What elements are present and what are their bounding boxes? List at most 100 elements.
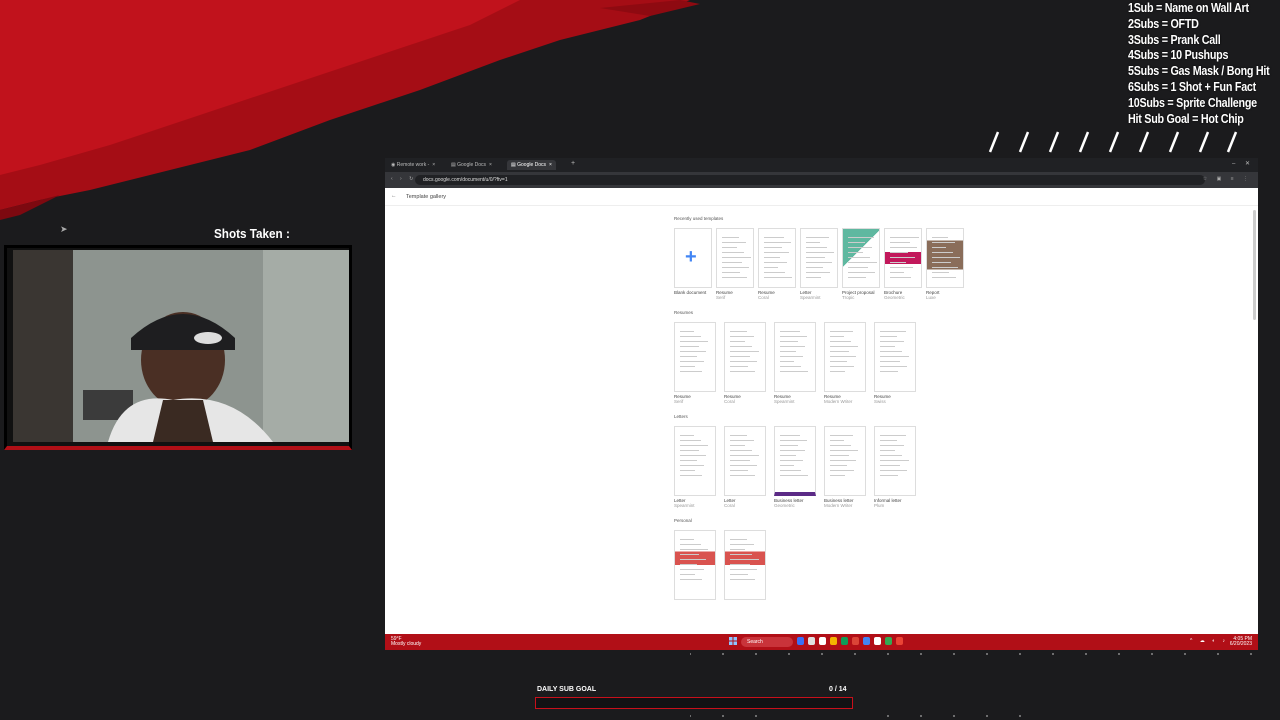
template-card[interactable]: Letter Coral (724, 426, 766, 508)
text-line (730, 460, 750, 461)
template-thumbnail[interactable] (716, 228, 754, 288)
taskbar-app-icon[interactable] (797, 637, 804, 645)
text-line (830, 371, 845, 372)
window-controls[interactable]: ‒ ✕ (1232, 160, 1254, 167)
template-thumbnail[interactable] (874, 322, 916, 392)
template-variant: Modern Writer (824, 399, 853, 404)
back-arrow-icon[interactable]: ← (391, 193, 397, 199)
template-card[interactable]: Project proposal Tropic (842, 228, 880, 300)
taskbar-app-icon[interactable] (830, 637, 837, 645)
text-line (730, 544, 754, 545)
taskbar-app-icon[interactable] (874, 637, 881, 645)
extension-icons[interactable]: ☆ ▣ ≡ ⋮ (1203, 176, 1252, 182)
text-line (780, 336, 807, 337)
system-clock[interactable]: 4:05 PM 6/20/2023 (1230, 637, 1252, 647)
browser-tab-active[interactable]: ▤ Google Docs × (507, 160, 556, 170)
template-variant: Plum (874, 503, 885, 508)
taskbar-app-icon[interactable] (885, 637, 892, 645)
close-icon[interactable]: × (549, 162, 552, 168)
text-line (680, 346, 699, 347)
nav-buttons-icon[interactable]: ‹ › ↻ (391, 176, 416, 182)
template-card[interactable]: + Blank document (674, 228, 712, 300)
url-field[interactable]: docs.google.com/document/u/0/?ftv=1 (415, 175, 1205, 185)
text-line (780, 351, 796, 352)
template-card[interactable]: Informal letter Plum (874, 426, 916, 508)
template-thumbnail[interactable] (800, 228, 838, 288)
taskbar-app-icon[interactable] (841, 637, 848, 645)
text-line (830, 460, 856, 461)
text-line (730, 549, 745, 550)
text-line (722, 272, 740, 273)
template-card[interactable]: Resume Swiss (874, 322, 916, 404)
template-thumbnail[interactable] (724, 426, 766, 496)
text-line (722, 267, 749, 268)
taskbar-app-icon[interactable] (819, 637, 826, 645)
template-card[interactable]: Resume Serif (674, 322, 716, 404)
template-card[interactable]: Letter Spearmint (674, 426, 716, 508)
text-line (890, 272, 904, 273)
template-thumbnail[interactable] (874, 426, 916, 496)
taskbar-search[interactable]: Search (741, 637, 793, 647)
text-line (806, 262, 832, 263)
scrollbar[interactable] (1253, 210, 1256, 320)
text-line (830, 445, 851, 446)
taskbar-apps (797, 637, 903, 645)
template-thumbnail[interactable]: + (674, 228, 712, 288)
template-gallery: Recently used templates + Blank document Re… (674, 216, 1074, 612)
template-thumbnail[interactable] (842, 228, 880, 288)
template-thumbnail[interactable] (824, 426, 866, 496)
text-line (680, 465, 704, 466)
template-thumbnail[interactable] (724, 530, 766, 600)
taskbar-app-icon[interactable] (808, 637, 815, 645)
taskbar-app-icon[interactable] (852, 637, 859, 645)
template-card[interactable]: Business letter Geometric (774, 426, 816, 508)
template-card[interactable]: Resume Modern Writer (824, 322, 866, 404)
close-icon[interactable]: × (489, 162, 492, 168)
template-card[interactable]: Resume Spearmint (774, 322, 816, 404)
sub-rule: 2Subs = OFTD (1128, 16, 1199, 31)
gallery-section-title: Recently used templates (674, 216, 724, 221)
template-card[interactable] (674, 530, 716, 602)
template-card[interactable]: Business letter Modern Writer (824, 426, 866, 508)
template-card[interactable]: Report Luxe (926, 228, 964, 300)
taskbar-app-icon[interactable] (896, 637, 903, 645)
template-card[interactable]: Resume Serif (716, 228, 754, 300)
template-thumbnail[interactable] (674, 322, 716, 392)
weather-widget[interactable]: 59°F Mostly cloudy (391, 637, 421, 647)
template-thumbnail[interactable] (724, 322, 766, 392)
text-line (680, 450, 699, 451)
text-line (722, 277, 747, 278)
windows-start-icon[interactable] (729, 637, 737, 645)
text-line (890, 252, 908, 253)
taskbar-app-icon[interactable] (863, 637, 870, 645)
text-line (764, 247, 782, 248)
text-line (680, 356, 697, 357)
text-line (830, 435, 853, 436)
browser-tab[interactable]: ▤ Google Docs × (447, 160, 496, 170)
template-thumbnail[interactable] (758, 228, 796, 288)
new-tab-icon[interactable]: + (571, 160, 575, 167)
browser-tab[interactable]: ◉ Remote work - × (387, 160, 439, 170)
close-icon[interactable]: × (432, 162, 435, 168)
template-thumbnail[interactable] (884, 228, 922, 288)
template-card[interactable]: Brochure Geometric (884, 228, 922, 300)
text-line (680, 569, 704, 570)
template-thumbnail[interactable] (774, 322, 816, 392)
page-title: Template gallery (406, 194, 447, 200)
template-card[interactable]: Letter Spearmint (800, 228, 838, 300)
text-line (806, 272, 830, 273)
template-thumbnail[interactable] (674, 426, 716, 496)
template-card[interactable]: Resume Coral (758, 228, 796, 300)
template-card[interactable]: Resume Coral (724, 322, 766, 404)
template-thumbnail[interactable] (926, 228, 964, 288)
text-line (932, 257, 960, 258)
tray-icons[interactable]: ^ ☁ ◐ ♪ (1190, 638, 1228, 644)
template-thumbnail[interactable] (774, 426, 816, 496)
template-thumbnail[interactable] (674, 530, 716, 600)
text-line (932, 267, 958, 268)
template-variant: Serif (716, 295, 726, 300)
text-line (780, 346, 805, 347)
template-thumbnail[interactable] (824, 322, 866, 392)
template-card[interactable] (724, 530, 766, 602)
text-line (780, 450, 805, 451)
